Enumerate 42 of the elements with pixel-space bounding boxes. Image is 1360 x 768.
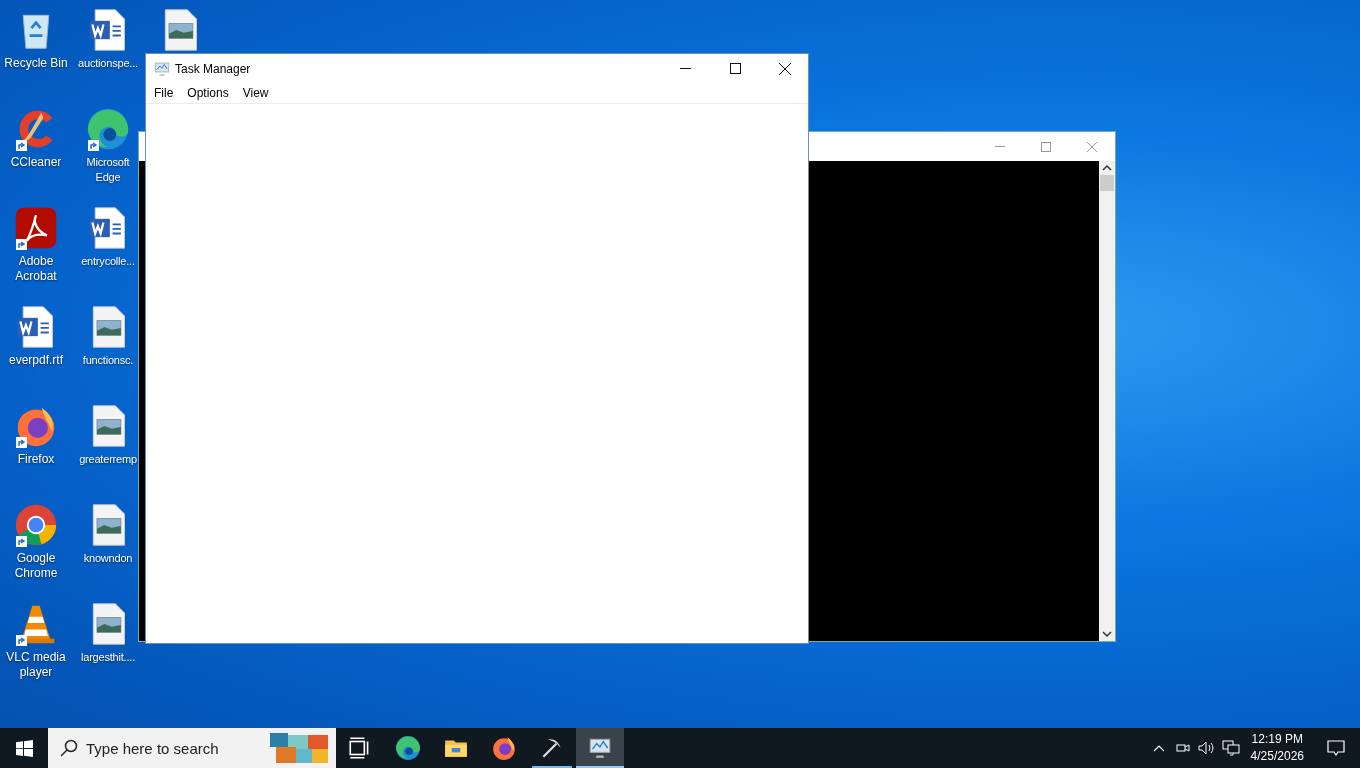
- close-icon: [779, 62, 791, 75]
- search-icon: [60, 739, 78, 757]
- desktop-icon-label[interactable]: VLC media player: [1, 650, 71, 680]
- firefox-logo-icon: [491, 735, 517, 761]
- search-field[interactable]: Type here to search: [86, 739, 236, 757]
- scrollbar[interactable]: [1099, 161, 1115, 641]
- desktop-icon-label[interactable]: Firefox: [17, 452, 55, 467]
- desktop-icon-label[interactable]: Adobe Acrobat: [1, 254, 71, 284]
- taskbar-app-button[interactable]: [576, 728, 624, 768]
- desktop-icon-label[interactable]: greaterremp: [79, 452, 137, 467]
- chevron-up-icon: [1152, 744, 1165, 752]
- scroll-up-icon: [1102, 164, 1112, 172]
- volume-icon[interactable]: [1197, 740, 1216, 756]
- close-icon: [1087, 141, 1097, 152]
- clock-date[interactable]: 4/25/2026: [1250, 748, 1304, 765]
- maximize-icon: [1041, 141, 1051, 152]
- maximize-icon: [729, 63, 741, 74]
- minimize-icon: [679, 68, 691, 69]
- desktop-icon-label[interactable]: largesthit....: [80, 650, 136, 665]
- scroll-down-icon: [1102, 630, 1112, 638]
- menu-item[interactable]: View: [236, 86, 275, 100]
- network-icon[interactable]: [1221, 740, 1240, 756]
- desktop-icon-label[interactable]: everpdf.rtf: [9, 353, 63, 368]
- desktop-icon-label[interactable]: functionsc.: [82, 353, 134, 368]
- desktop-icon-label[interactable]: auctionspe...: [78, 56, 138, 71]
- menu-item[interactable]: File: [148, 86, 180, 100]
- desktop-icon-label[interactable]: entrycolle...: [81, 254, 135, 269]
- desktop-icon-label[interactable]: knowndon: [83, 551, 133, 566]
- puzzle-drawing: [268, 731, 330, 765]
- speech-bubble-icon: [1327, 739, 1345, 757]
- clock-time[interactable]: 12:19 PM: [1251, 731, 1303, 748]
- monitor-chart-icon: [153, 59, 171, 78]
- desktop-icon-label[interactable]: Google Chrome: [1, 551, 71, 581]
- desktop-icon-label[interactable]: Microsoft Edge: [78, 155, 138, 185]
- minimize-icon: [995, 146, 1005, 147]
- desktop-icon-label[interactable]: Recycle Bin: [4, 56, 68, 71]
- windows-logo-icon: [15, 739, 33, 757]
- window-title: Task Manager: [175, 61, 251, 76]
- desktop-icon-label[interactable]: CCleaner: [10, 155, 62, 170]
- menu-item[interactable]: Options: [181, 86, 235, 100]
- edge-logo-icon: [395, 735, 421, 761]
- scrollbar-thumb[interactable]: [1100, 175, 1114, 191]
